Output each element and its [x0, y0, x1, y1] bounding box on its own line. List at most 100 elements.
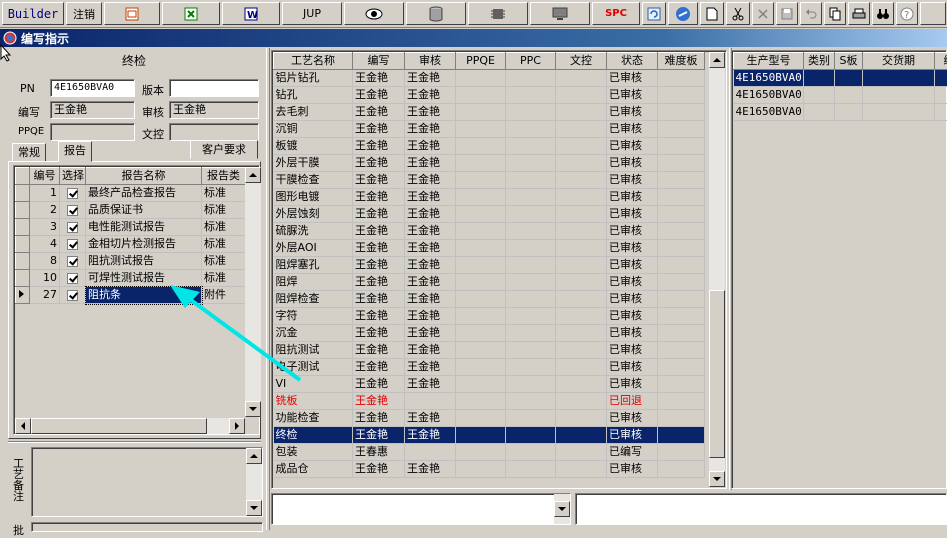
process-name-cell[interactable]: 外层AOI: [274, 240, 353, 257]
process-col-header-ppqe[interactable]: PPQE: [456, 53, 506, 70]
process-doc-control-cell[interactable]: [556, 393, 607, 410]
tab-general[interactable]: 常规: [12, 143, 46, 162]
process-doc-control-cell[interactable]: [556, 189, 607, 206]
process-writer-cell[interactable]: 王金艳: [353, 121, 405, 138]
report-type-cell[interactable]: 标准: [202, 185, 246, 202]
process-name-cell[interactable]: 去毛刺: [274, 104, 353, 121]
print-button[interactable]: [848, 2, 870, 25]
process-difficulty-cell[interactable]: [658, 104, 705, 121]
process-ppc-cell[interactable]: [506, 427, 556, 444]
row-header[interactable]: [16, 185, 30, 202]
process-ppqe-cell[interactable]: [456, 206, 506, 223]
process-doc-control-cell[interactable]: [556, 427, 607, 444]
process-ppqe-cell[interactable]: [456, 342, 506, 359]
process-doc-control-cell[interactable]: [556, 257, 607, 274]
process-ppc-cell[interactable]: [506, 342, 556, 359]
tab-report[interactable]: 报告: [58, 141, 92, 162]
database-button[interactable]: [406, 2, 466, 25]
process-row[interactable]: 包装王春惠已编写: [274, 444, 705, 461]
process-status-cell[interactable]: 已审核: [607, 104, 658, 121]
process-difficulty-cell[interactable]: [658, 223, 705, 240]
process-ppqe-cell[interactable]: [456, 172, 506, 189]
checkbox-checked-icon[interactable]: [67, 256, 78, 267]
product-col-header-model[interactable]: 生产型号: [734, 53, 804, 70]
report-row[interactable]: 3电性能测试报告标准: [16, 219, 246, 236]
process-reviewer-cell[interactable]: 王金艳: [405, 410, 456, 427]
process-name-cell[interactable]: 电子测试: [274, 359, 353, 376]
product-code-cell[interactable]: [935, 70, 947, 87]
report-no-cell[interactable]: 1: [30, 185, 60, 202]
writer-field[interactable]: 王金艳: [50, 101, 135, 119]
checkbox-checked-icon[interactable]: [67, 205, 78, 216]
product-delivery-cell[interactable]: [863, 87, 935, 104]
process-doc-control-cell[interactable]: [556, 359, 607, 376]
new-file-button[interactable]: [700, 2, 724, 25]
process-row[interactable]: 成品仓王金艳王金艳已审核: [274, 461, 705, 478]
word-button[interactable]: W: [222, 2, 280, 25]
process-ppc-cell[interactable]: [506, 138, 556, 155]
process-ppc-cell[interactable]: [506, 104, 556, 121]
process-ppqe-cell[interactable]: [456, 444, 506, 461]
process-writer-cell[interactable]: 王金艳: [353, 427, 405, 444]
process-writer-cell[interactable]: 王金艳: [353, 410, 405, 427]
scroll-right-button[interactable]: [229, 418, 245, 434]
process-reviewer-cell[interactable]: 王金艳: [405, 308, 456, 325]
chip-button[interactable]: [468, 2, 528, 25]
find-button[interactable]: [872, 2, 894, 25]
process-row[interactable]: 外层干膜王金艳王金艳已审核: [274, 155, 705, 172]
process-reviewer-cell[interactable]: 王金艳: [405, 240, 456, 257]
process-writer-cell[interactable]: 王金艳: [353, 461, 405, 478]
process-doc-control-cell[interactable]: [556, 342, 607, 359]
col-header-no[interactable]: 编号: [30, 168, 60, 185]
process-writer-cell[interactable]: 王金艳: [353, 172, 405, 189]
process-status-cell[interactable]: 已审核: [607, 461, 658, 478]
process-doc-control-cell[interactable]: [556, 410, 607, 427]
report-no-cell[interactable]: 10: [30, 270, 60, 287]
row-header[interactable]: [16, 219, 30, 236]
process-ppqe-cell[interactable]: [456, 223, 506, 240]
process-row[interactable]: 终检王金艳王金艳已审核: [274, 427, 705, 444]
product-code-cell[interactable]: [935, 87, 947, 104]
word-doc-button[interactable]: [104, 2, 160, 25]
process-status-cell[interactable]: 已审核: [607, 87, 658, 104]
process-name-cell[interactable]: 图形电镀: [274, 189, 353, 206]
process-difficulty-cell[interactable]: [658, 461, 705, 478]
process-difficulty-cell[interactable]: [658, 308, 705, 325]
process-ppqe-cell[interactable]: [456, 274, 506, 291]
process-ppqe-cell[interactable]: [456, 240, 506, 257]
jup-button[interactable]: JUP: [282, 2, 342, 25]
process-doc-control-cell[interactable]: [556, 291, 607, 308]
process-doc-control-cell[interactable]: [556, 172, 607, 189]
process-name-cell[interactable]: 外层干膜: [274, 155, 353, 172]
report-no-cell[interactable]: 4: [30, 236, 60, 253]
process-row[interactable]: 铣板王金艳已回退: [274, 393, 705, 410]
process-name-cell[interactable]: 成品仓: [274, 461, 353, 478]
process-ppqe-cell[interactable]: [456, 291, 506, 308]
hscroll-thumb[interactable]: [31, 418, 207, 434]
report-row[interactable]: 10可焊性测试报告标准: [16, 270, 246, 287]
process-reviewer-cell[interactable]: 王金艳: [405, 172, 456, 189]
cut-button[interactable]: [726, 2, 750, 25]
report-name-cell[interactable]: 阻抗测试报告: [86, 253, 202, 270]
process-name-cell[interactable]: 字符: [274, 308, 353, 325]
bottom-field[interactable]: [31, 522, 263, 532]
process-difficulty-cell[interactable]: [658, 70, 705, 87]
process-ppqe-cell[interactable]: [456, 359, 506, 376]
process-row[interactable]: 阻焊塞孔王金艳王金艳已审核: [274, 257, 705, 274]
note-vscroll[interactable]: [246, 448, 262, 516]
process-ppc-cell[interactable]: [506, 376, 556, 393]
process-writer-cell[interactable]: 王金艳: [353, 223, 405, 240]
report-name-cell[interactable]: 阻抗条: [86, 287, 202, 304]
process-ppc-cell[interactable]: [506, 155, 556, 172]
process-ppc-cell[interactable]: [506, 223, 556, 240]
process-row[interactable]: 字符王金艳王金艳已审核: [274, 308, 705, 325]
process-difficulty-cell[interactable]: [658, 342, 705, 359]
scroll-down-button[interactable]: [245, 401, 261, 417]
process-writer-cell[interactable]: 王金艳: [353, 342, 405, 359]
process-reviewer-cell[interactable]: 王金艳: [405, 342, 456, 359]
process-name-cell[interactable]: 铣板: [274, 393, 353, 410]
process-row[interactable]: 阻抗测试王金艳王金艳已审核: [274, 342, 705, 359]
report-name-cell[interactable]: 可焊性测试报告: [86, 270, 202, 287]
process-reviewer-cell[interactable]: 王金艳: [405, 223, 456, 240]
save-button[interactable]: [776, 2, 798, 25]
